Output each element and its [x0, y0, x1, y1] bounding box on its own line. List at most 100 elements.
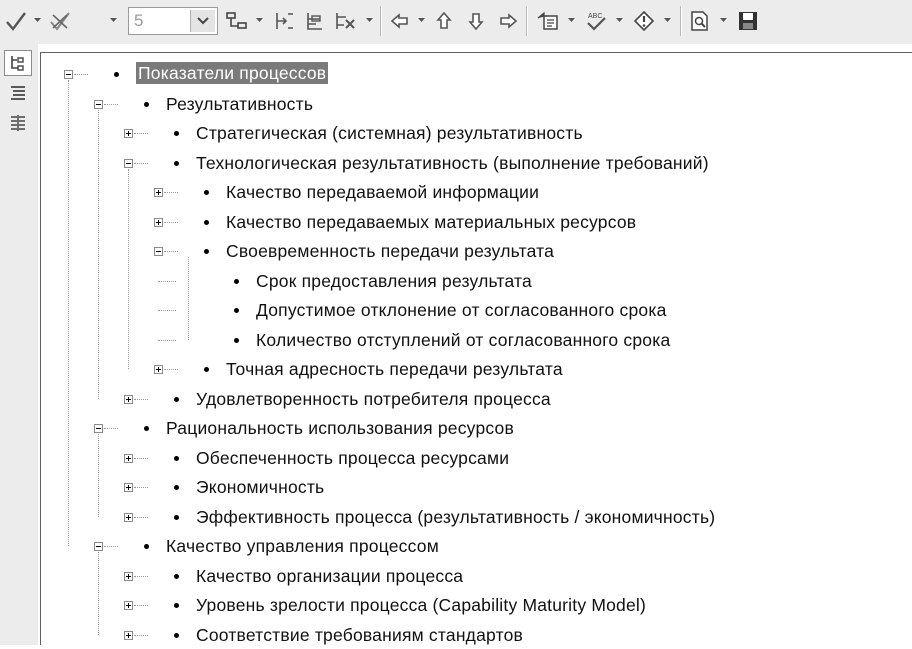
chevron-down-icon[interactable]: [414, 0, 428, 40]
tree-item-label[interactable]: Своевременность передачи результата: [226, 240, 554, 262]
chevron-down-icon[interactable]: [660, 0, 674, 40]
collapse-icon[interactable]: [94, 99, 103, 109]
tree-connector: [158, 310, 176, 311]
tree-item-label[interactable]: Эффективность процесса (результативность…: [196, 506, 715, 528]
tree-item-label[interactable]: Результативность: [166, 93, 313, 115]
tree-item-label[interactable]: Качество организации процесса: [196, 565, 463, 587]
print-preview-icon[interactable]: [686, 4, 714, 38]
tree-item-label[interactable]: Соответствие требованиям стандартов: [196, 624, 523, 646]
level-select[interactable]: 5: [128, 7, 218, 35]
indent-left-icon[interactable]: [272, 4, 298, 38]
tree-connector: [134, 605, 148, 606]
tree-row[interactable]: Срок предоставления результата: [41, 267, 901, 295]
expand-icon[interactable]: [154, 188, 163, 197]
expand-icon[interactable]: [124, 601, 133, 610]
expand-icon[interactable]: [154, 365, 163, 374]
tree-row[interactable]: Уровень зрелости процесса (Capability Ma…: [41, 591, 901, 619]
chevron-down-icon[interactable]: [252, 0, 266, 40]
tree-connector: [158, 280, 176, 282]
collapse-icon[interactable]: [154, 247, 163, 256]
tree-item-label[interactable]: Обеспеченность процесса ресурсами: [196, 447, 509, 469]
level-value: 5: [134, 11, 144, 30]
chevron-down-icon[interactable]: [30, 0, 44, 40]
bullet-icon: [234, 278, 239, 284]
tree-row[interactable]: Показатели процессов: [41, 60, 901, 88]
expand-icon[interactable]: [124, 571, 133, 581]
expand-icon[interactable]: [124, 129, 133, 138]
expand-icon[interactable]: [154, 217, 163, 227]
tree-branch-icon[interactable]: [222, 4, 250, 38]
tree-row[interactable]: Экономичность: [41, 473, 901, 501]
tree-connector: [134, 398, 148, 400]
bullet-icon: [174, 455, 179, 461]
list-view-icon[interactable]: [4, 80, 32, 106]
expand-icon[interactable]: [124, 630, 133, 640]
chevron-down-icon[interactable]: [106, 0, 120, 40]
uncheck-icon[interactable]: [46, 4, 74, 38]
collapse-icon[interactable]: [94, 424, 103, 433]
tree-connector: [134, 575, 148, 577]
tree-item-label[interactable]: Технологическая результативность (выполн…: [196, 152, 709, 174]
move-down-icon[interactable]: [464, 4, 488, 38]
bullet-icon: [174, 632, 179, 638]
tree-row[interactable]: Качество передаваемой информации: [41, 178, 901, 206]
tree-item-label[interactable]: Точная адресность передачи результата: [226, 358, 563, 380]
tree-row[interactable]: Качество управления процессом: [41, 532, 901, 560]
tree-item-label[interactable]: Количество отступлений от согласованного…: [256, 329, 670, 351]
tree-item-label[interactable]: Качество передаваемой информации: [226, 181, 539, 203]
expand-icon[interactable]: [124, 512, 133, 522]
tree-item-label[interactable]: Качество передаваемых материальных ресур…: [226, 211, 636, 233]
tree-item-label[interactable]: Качество управления процессом: [166, 535, 439, 557]
tree-row[interactable]: Стратегическая (системная) результативно…: [41, 119, 901, 147]
tree-row[interactable]: Эффективность процесса (результативность…: [41, 503, 901, 531]
toolbar-separator: [680, 6, 682, 36]
tree-item-label[interactable]: Удовлетворенность потребителя процесса: [196, 388, 551, 410]
tree-item-label[interactable]: Уровень зрелости процесса (Capability Ma…: [196, 594, 646, 616]
expand-icon[interactable]: [124, 453, 133, 463]
tree-row[interactable]: Результативность: [41, 90, 901, 118]
tree-row[interactable]: Количество отступлений от согласованного…: [41, 326, 901, 354]
tree-row[interactable]: Технологическая результативность (выполн…: [41, 149, 901, 177]
bullet-icon: [144, 101, 149, 107]
spellcheck-icon[interactable]: ABC: [582, 4, 610, 38]
tree-item-label[interactable]: Рациональность использования ресурсов: [166, 417, 514, 439]
bullet-icon: [114, 72, 119, 77]
tree-item-label[interactable]: Экономичность: [196, 476, 324, 498]
tree-connector: [164, 221, 178, 223]
tree-row[interactable]: Допустимое отклонение от согласованного …: [41, 296, 901, 324]
save-icon[interactable]: [734, 4, 762, 38]
expand-icon[interactable]: [124, 394, 133, 404]
expand-icon[interactable]: [124, 483, 133, 492]
tree-item-label[interactable]: Стратегическая (системная) результативно…: [196, 122, 583, 144]
columns-view-icon[interactable]: [4, 110, 32, 136]
outline-icon[interactable]: [302, 4, 328, 38]
tree-row[interactable]: Точная адресность передачи результата: [41, 355, 901, 383]
tree-item-label[interactable]: Показатели процессов: [136, 62, 329, 84]
checkmark-icon[interactable]: [4, 4, 28, 38]
insert-icon[interactable]: [534, 4, 562, 38]
chevron-down-icon[interactable]: [362, 0, 376, 40]
collapse-icon[interactable]: [94, 542, 103, 551]
chevron-down-icon[interactable]: [612, 0, 626, 40]
chevron-down-icon[interactable]: [564, 0, 578, 40]
tree-row[interactable]: Рациональность использования ресурсов: [41, 414, 901, 442]
tree-item-label[interactable]: Допустимое отклонение от согласованного …: [256, 299, 667, 321]
move-left-icon[interactable]: [388, 4, 412, 38]
move-right-icon[interactable]: [496, 4, 520, 38]
tree-row[interactable]: Удовлетворенность потребителя процесса: [41, 385, 901, 413]
warning-icon[interactable]: [630, 4, 658, 38]
collapse-icon[interactable]: [124, 158, 133, 168]
tree-row[interactable]: Соответствие требованиям стандартов: [41, 621, 901, 649]
move-up-icon[interactable]: [432, 4, 456, 38]
tree-item-label[interactable]: Срок предоставления результата: [256, 270, 532, 292]
tree-row[interactable]: Качество организации процесса: [41, 562, 901, 590]
delete-node-icon[interactable]: [332, 4, 360, 38]
tree-row[interactable]: Обеспеченность процесса ресурсами: [41, 444, 901, 472]
tree-connector: [164, 192, 178, 193]
tree-view-icon[interactable]: [4, 50, 32, 76]
chevron-down-icon[interactable]: [716, 0, 730, 40]
tree-row[interactable]: Качество передаваемых материальных ресур…: [41, 208, 901, 236]
chevron-down-icon[interactable]: [190, 10, 215, 32]
tree-row[interactable]: Своевременность передачи результата: [41, 237, 901, 265]
collapse-icon[interactable]: [64, 70, 73, 79]
